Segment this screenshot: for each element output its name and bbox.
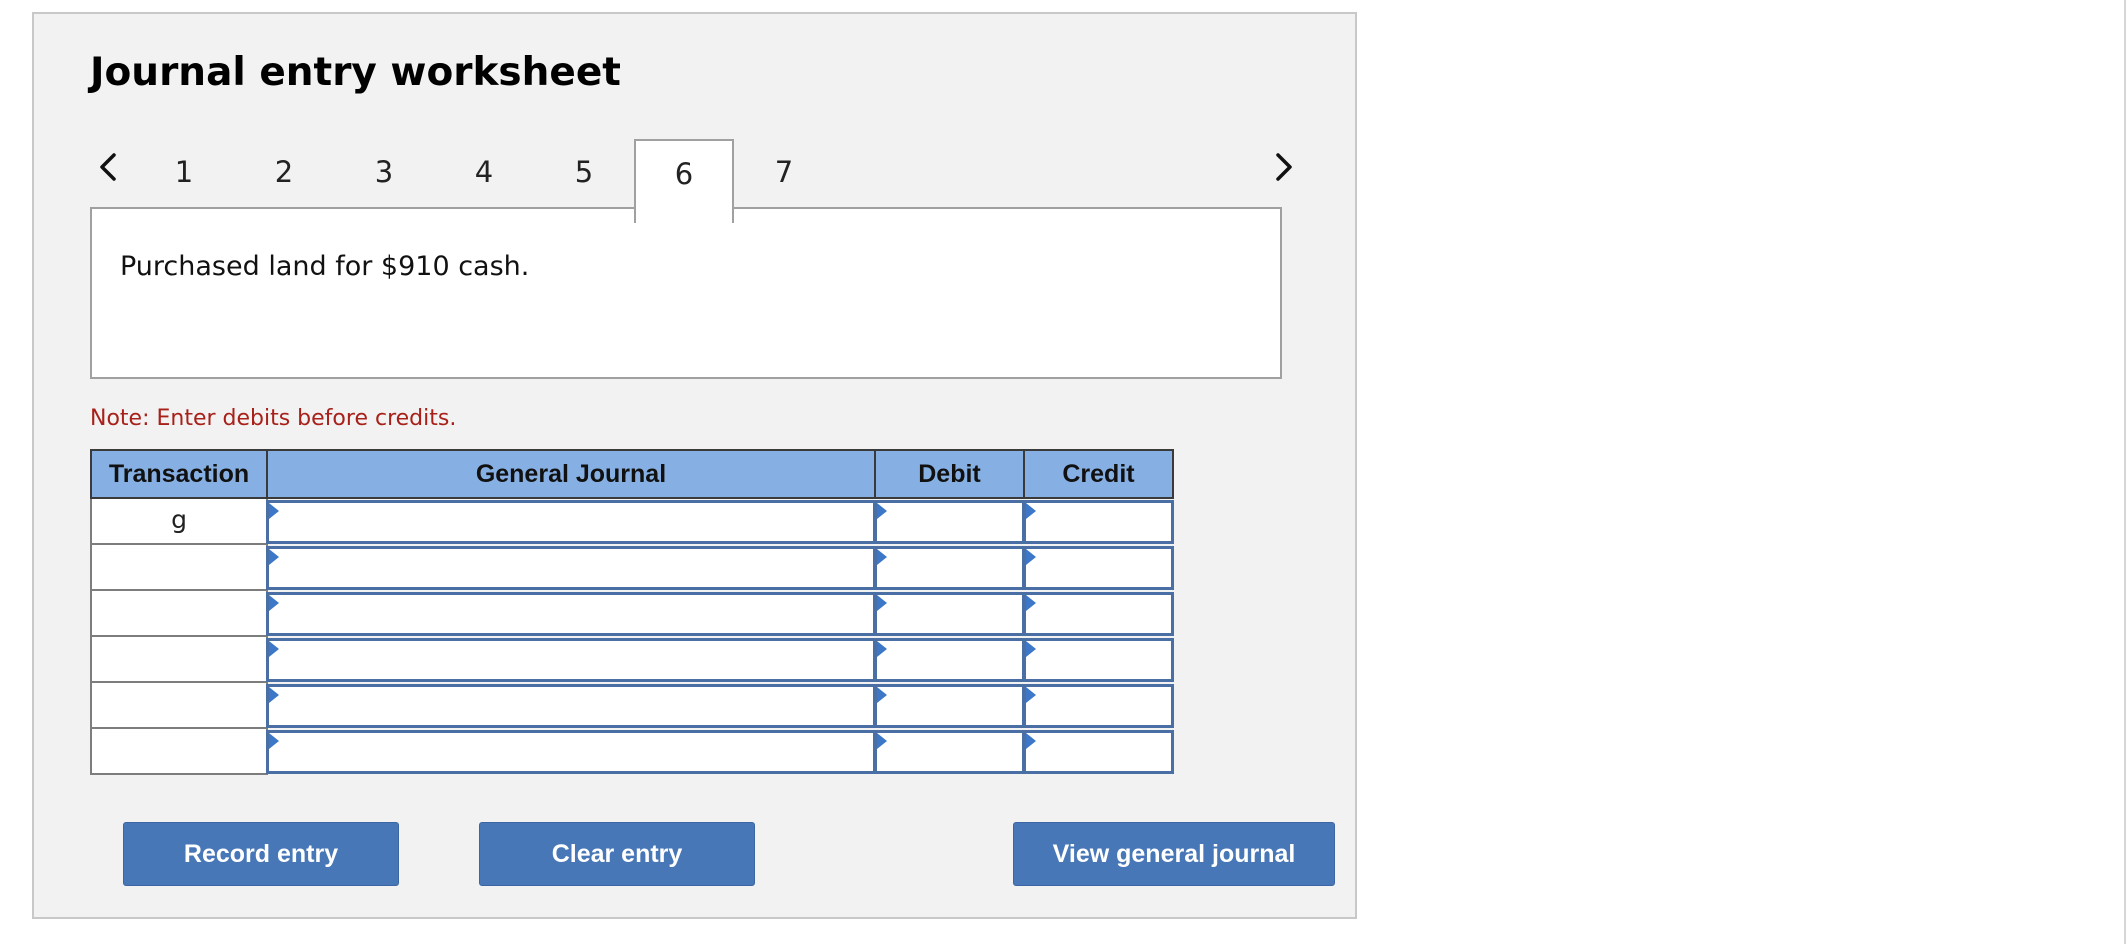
transaction-cell: [90, 591, 268, 637]
dropdown-indicator-icon: [1026, 503, 1036, 519]
dropdown-indicator-icon: [1026, 733, 1036, 749]
view-general-journal-button[interactable]: View general journal: [1013, 822, 1335, 886]
dropdown-indicator-icon: [269, 549, 279, 565]
clear-entry-button[interactable]: Clear entry: [479, 822, 755, 886]
debit-input[interactable]: [874, 730, 1025, 774]
table-row: [90, 591, 1222, 637]
page-divider: [2124, 0, 2126, 944]
header-debit: Debit: [874, 449, 1025, 499]
debit-input[interactable]: [874, 638, 1025, 682]
dropdown-indicator-icon: [1026, 549, 1036, 565]
credit-input[interactable]: [1023, 684, 1174, 728]
general-journal-input[interactable]: [266, 546, 876, 590]
table-header-row: Transaction General Journal Debit Credit: [90, 449, 1222, 499]
debit-input[interactable]: [874, 500, 1025, 544]
header-general-journal: General Journal: [266, 449, 876, 499]
table-row: [90, 637, 1222, 683]
general-journal-input[interactable]: [266, 500, 876, 544]
dropdown-indicator-icon: [877, 641, 887, 657]
dropdown-indicator-icon: [269, 503, 279, 519]
dropdown-indicator-icon: [877, 503, 887, 519]
debit-input[interactable]: [874, 592, 1025, 636]
debit-input[interactable]: [874, 546, 1025, 590]
general-journal-input[interactable]: [266, 684, 876, 728]
dropdown-indicator-icon: [1026, 595, 1036, 611]
general-journal-input[interactable]: [266, 730, 876, 774]
transaction-cell: g: [90, 499, 268, 545]
credit-input[interactable]: [1023, 546, 1174, 590]
credit-input[interactable]: [1023, 638, 1174, 682]
dropdown-indicator-icon: [269, 687, 279, 703]
debit-input[interactable]: [874, 684, 1025, 728]
header-credit: Credit: [1023, 449, 1174, 499]
transaction-description: Purchased land for $910 cash.: [120, 251, 530, 282]
general-journal-input[interactable]: [266, 592, 876, 636]
tab-6[interactable]: 6: [634, 139, 734, 223]
table-row: [90, 729, 1222, 775]
dropdown-indicator-icon: [269, 733, 279, 749]
transaction-description-box: Purchased land for $910 cash.: [90, 207, 1282, 379]
transaction-cell: [90, 637, 268, 683]
table-row: [90, 683, 1222, 729]
table-row: g: [90, 499, 1222, 545]
dropdown-indicator-icon: [877, 687, 887, 703]
general-journal-input[interactable]: [266, 638, 876, 682]
transaction-cell: [90, 545, 268, 591]
chevron-right-icon[interactable]: [1264, 147, 1304, 187]
general-journal-table: Transaction General Journal Debit Credit…: [90, 449, 1222, 775]
table-row: [90, 545, 1222, 591]
dropdown-indicator-icon: [269, 595, 279, 611]
entry-note: Note: Enter debits before credits.: [90, 406, 457, 431]
transaction-cell: [90, 683, 268, 729]
header-transaction: Transaction: [90, 449, 268, 499]
worksheet-title: Journal entry worksheet: [90, 50, 621, 95]
dropdown-indicator-icon: [877, 733, 887, 749]
credit-input[interactable]: [1023, 730, 1174, 774]
dropdown-indicator-icon: [1026, 641, 1036, 657]
page: Journal entry worksheet 1 2 3 4 5 6 7 Pu…: [0, 0, 2128, 944]
dropdown-indicator-icon: [269, 641, 279, 657]
transaction-cell: [90, 729, 268, 775]
journal-entry-worksheet: Journal entry worksheet 1 2 3 4 5 6 7 Pu…: [32, 12, 1357, 919]
chevron-left-icon[interactable]: [90, 147, 130, 187]
dropdown-indicator-icon: [877, 549, 887, 565]
credit-input[interactable]: [1023, 592, 1174, 636]
dropdown-indicator-icon: [1026, 687, 1036, 703]
dropdown-indicator-icon: [877, 595, 887, 611]
record-entry-button[interactable]: Record entry: [123, 822, 399, 886]
credit-input[interactable]: [1023, 500, 1174, 544]
